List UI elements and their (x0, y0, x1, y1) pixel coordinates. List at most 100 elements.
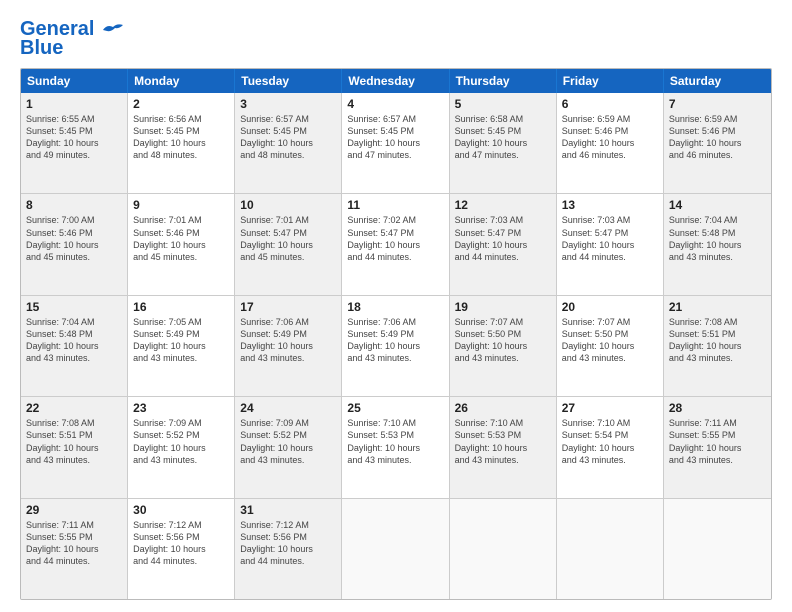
calendar-cell (450, 499, 557, 599)
calendar-cell: 20Sunrise: 7:07 AM Sunset: 5:50 PM Dayli… (557, 296, 664, 396)
day-info: Sunrise: 7:03 AM Sunset: 5:47 PM Dayligh… (455, 214, 551, 263)
day-info: Sunrise: 6:59 AM Sunset: 5:46 PM Dayligh… (562, 113, 658, 162)
day-number: 6 (562, 97, 658, 111)
day-number: 21 (669, 300, 766, 314)
day-info: Sunrise: 7:08 AM Sunset: 5:51 PM Dayligh… (26, 417, 122, 466)
day-info: Sunrise: 6:56 AM Sunset: 5:45 PM Dayligh… (133, 113, 229, 162)
day-info: Sunrise: 6:57 AM Sunset: 5:45 PM Dayligh… (347, 113, 443, 162)
day-number: 17 (240, 300, 336, 314)
day-number: 9 (133, 198, 229, 212)
header-monday: Monday (128, 69, 235, 93)
day-number: 1 (26, 97, 122, 111)
day-number: 10 (240, 198, 336, 212)
day-info: Sunrise: 7:04 AM Sunset: 5:48 PM Dayligh… (26, 316, 122, 365)
calendar: Sunday Monday Tuesday Wednesday Thursday… (20, 68, 772, 600)
day-info: Sunrise: 7:02 AM Sunset: 5:47 PM Dayligh… (347, 214, 443, 263)
calendar-week-3: 15 Sunrise: 7:04 AM Sunset: 5:48 PM Dayli… (21, 296, 771, 397)
day-info: Sunrise: 7:06 AM Sunset: 5:49 PM Dayligh… (347, 316, 443, 365)
day-number: 2 (133, 97, 229, 111)
calendar-header: Sunday Monday Tuesday Wednesday Thursday… (21, 69, 771, 93)
day-info: Sunrise: 7:10 AM Sunset: 5:54 PM Dayligh… (562, 417, 658, 466)
logo: General Blue (20, 18, 123, 60)
day-info: Sunrise: 7:08 AM Sunset: 5:51 PM Dayligh… (669, 316, 766, 365)
calendar-cell: 25 Sunrise: 7:10 AM Sunset: 5:53 PM Dayli… (342, 397, 449, 497)
logo-blue-text: Blue (20, 37, 63, 60)
page: General Blue Sunday Monday Tuesday Wedne… (0, 0, 792, 612)
calendar-body: 1 Sunrise: 6:55 AM Sunset: 5:45 PM Daylig… (21, 93, 771, 599)
day-info: Sunrise: 7:07 AM Sunset: 5:50 PM Dayligh… (455, 316, 551, 365)
calendar-cell: 31Sunrise: 7:12 AM Sunset: 5:56 PM Dayli… (235, 499, 342, 599)
calendar-cell: 3 Sunrise: 6:57 AM Sunset: 5:45 PM Daylig… (235, 93, 342, 193)
calendar-cell: 23 Sunrise: 7:09 AM Sunset: 5:52 PM Dayli… (128, 397, 235, 497)
day-info: Sunrise: 7:06 AM Sunset: 5:49 PM Dayligh… (240, 316, 336, 365)
calendar-cell: 8Sunrise: 7:00 AM Sunset: 5:46 PM Daylig… (21, 194, 128, 294)
day-info: Sunrise: 7:01 AM Sunset: 5:46 PM Dayligh… (133, 214, 229, 263)
day-info: Sunrise: 7:05 AM Sunset: 5:49 PM Dayligh… (133, 316, 229, 365)
day-number: 27 (562, 401, 658, 415)
calendar-week-2: 8Sunrise: 7:00 AM Sunset: 5:46 PM Daylig… (21, 194, 771, 295)
day-info: Sunrise: 7:12 AM Sunset: 5:56 PM Dayligh… (240, 519, 336, 568)
calendar-week-4: 22 Sunrise: 7:08 AM Sunset: 5:51 PM Dayli… (21, 397, 771, 498)
day-info: Sunrise: 6:57 AM Sunset: 5:45 PM Dayligh… (240, 113, 336, 162)
calendar-cell: 4 Sunrise: 6:57 AM Sunset: 5:45 PM Daylig… (342, 93, 449, 193)
day-number: 15 (26, 300, 122, 314)
calendar-cell: 5 Sunrise: 6:58 AM Sunset: 5:45 PM Daylig… (450, 93, 557, 193)
header-friday: Friday (557, 69, 664, 93)
calendar-cell: 11Sunrise: 7:02 AM Sunset: 5:47 PM Dayli… (342, 194, 449, 294)
calendar-cell: 1 Sunrise: 6:55 AM Sunset: 5:45 PM Daylig… (21, 93, 128, 193)
header-tuesday: Tuesday (235, 69, 342, 93)
calendar-cell: 12 Sunrise: 7:03 AM Sunset: 5:47 PM Dayli… (450, 194, 557, 294)
calendar-cell (557, 499, 664, 599)
day-info: Sunrise: 7:09 AM Sunset: 5:52 PM Dayligh… (133, 417, 229, 466)
calendar-cell: 13Sunrise: 7:03 AM Sunset: 5:47 PM Dayli… (557, 194, 664, 294)
header-sunday: Sunday (21, 69, 128, 93)
day-number: 5 (455, 97, 551, 111)
day-number: 18 (347, 300, 443, 314)
day-info: Sunrise: 7:11 AM Sunset: 5:55 PM Dayligh… (669, 417, 766, 466)
calendar-cell: 28 Sunrise: 7:11 AM Sunset: 5:55 PM Dayli… (664, 397, 771, 497)
calendar-cell: 17 Sunrise: 7:06 AM Sunset: 5:49 PM Dayli… (235, 296, 342, 396)
day-info: Sunrise: 7:07 AM Sunset: 5:50 PM Dayligh… (562, 316, 658, 365)
day-number: 16 (133, 300, 229, 314)
day-number: 23 (133, 401, 229, 415)
calendar-cell: 16 Sunrise: 7:05 AM Sunset: 5:49 PM Dayli… (128, 296, 235, 396)
calendar-cell: 18 Sunrise: 7:06 AM Sunset: 5:49 PM Dayli… (342, 296, 449, 396)
logo-bird-icon (101, 22, 123, 38)
calendar-cell: 14Sunrise: 7:04 AM Sunset: 5:48 PM Dayli… (664, 194, 771, 294)
calendar-week-1: 1 Sunrise: 6:55 AM Sunset: 5:45 PM Daylig… (21, 93, 771, 194)
day-number: 25 (347, 401, 443, 415)
day-number: 26 (455, 401, 551, 415)
day-number: 24 (240, 401, 336, 415)
calendar-cell: 15 Sunrise: 7:04 AM Sunset: 5:48 PM Dayli… (21, 296, 128, 396)
calendar-cell: 2 Sunrise: 6:56 AM Sunset: 5:45 PM Daylig… (128, 93, 235, 193)
calendar-cell (664, 499, 771, 599)
day-number: 12 (455, 198, 551, 212)
calendar-cell: 21 Sunrise: 7:08 AM Sunset: 5:51 PM Dayli… (664, 296, 771, 396)
calendar-cell: 22 Sunrise: 7:08 AM Sunset: 5:51 PM Dayli… (21, 397, 128, 497)
calendar-week-5: 29 Sunrise: 7:11 AM Sunset: 5:55 PM Dayli… (21, 499, 771, 599)
day-number: 8 (26, 198, 122, 212)
day-number: 28 (669, 401, 766, 415)
day-info: Sunrise: 7:01 AM Sunset: 5:47 PM Dayligh… (240, 214, 336, 263)
day-info: Sunrise: 6:59 AM Sunset: 5:46 PM Dayligh… (669, 113, 766, 162)
day-info: Sunrise: 6:58 AM Sunset: 5:45 PM Dayligh… (455, 113, 551, 162)
calendar-cell: 24Sunrise: 7:09 AM Sunset: 5:52 PM Dayli… (235, 397, 342, 497)
header: General Blue (20, 18, 772, 60)
calendar-cell: 9 Sunrise: 7:01 AM Sunset: 5:46 PM Daylig… (128, 194, 235, 294)
day-number: 29 (26, 503, 122, 517)
day-number: 19 (455, 300, 551, 314)
day-number: 3 (240, 97, 336, 111)
day-info: Sunrise: 7:03 AM Sunset: 5:47 PM Dayligh… (562, 214, 658, 263)
day-number: 22 (26, 401, 122, 415)
calendar-cell: 7Sunrise: 6:59 AM Sunset: 5:46 PM Daylig… (664, 93, 771, 193)
day-info: Sunrise: 7:11 AM Sunset: 5:55 PM Dayligh… (26, 519, 122, 568)
day-info: Sunrise: 7:10 AM Sunset: 5:53 PM Dayligh… (347, 417, 443, 466)
calendar-cell: 19 Sunrise: 7:07 AM Sunset: 5:50 PM Dayli… (450, 296, 557, 396)
header-thursday: Thursday (450, 69, 557, 93)
header-wednesday: Wednesday (342, 69, 449, 93)
day-info: Sunrise: 7:04 AM Sunset: 5:48 PM Dayligh… (669, 214, 766, 263)
calendar-cell: 10 Sunrise: 7:01 AM Sunset: 5:47 PM Dayli… (235, 194, 342, 294)
header-saturday: Saturday (664, 69, 771, 93)
day-info: Sunrise: 6:55 AM Sunset: 5:45 PM Dayligh… (26, 113, 122, 162)
day-number: 4 (347, 97, 443, 111)
